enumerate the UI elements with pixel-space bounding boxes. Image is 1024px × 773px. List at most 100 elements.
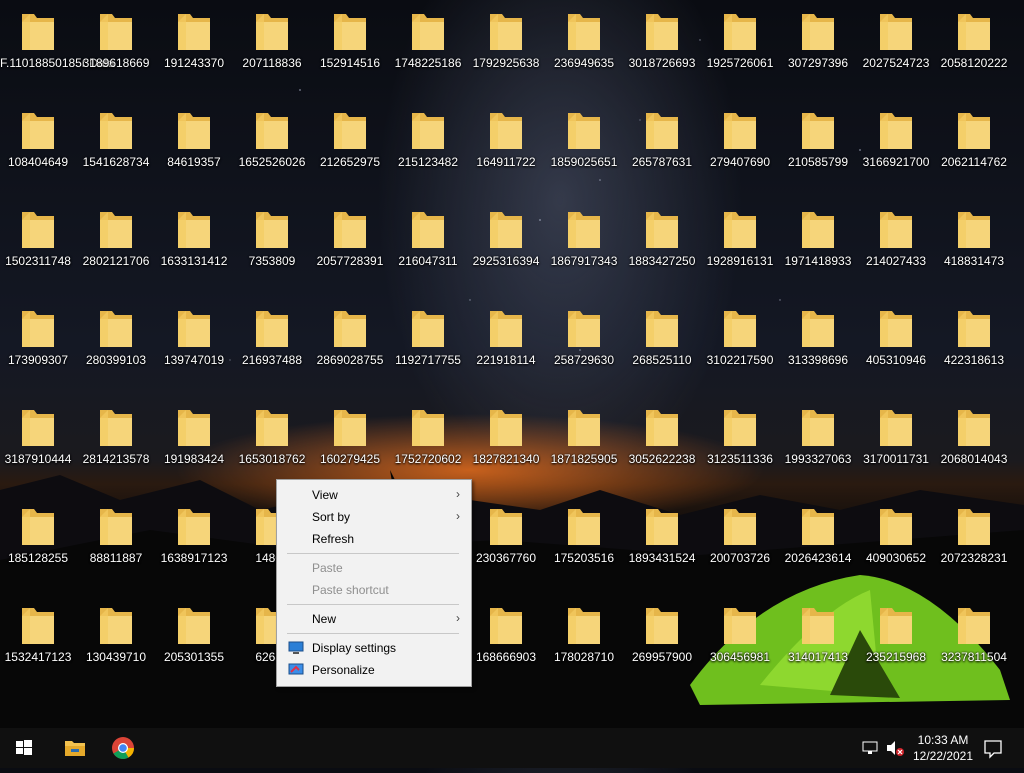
- desktop-folder-icon[interactable]: 3166921700: [858, 101, 934, 193]
- desktop-folder-icon[interactable]: 422318613: [936, 299, 1012, 391]
- desktop-folder-icon[interactable]: 306456981: [702, 596, 778, 688]
- desktop-folder-icon[interactable]: 3018726693: [624, 2, 700, 94]
- desktop-folder-icon[interactable]: 1928916131: [702, 200, 778, 292]
- desktop-folder-icon[interactable]: 3187910444: [0, 398, 76, 490]
- desktop-folder-icon[interactable]: 2068014043: [936, 398, 1012, 490]
- desktop-folder-icon[interactable]: 210585799: [780, 101, 856, 193]
- desktop-folder-icon[interactable]: 1859025651: [546, 101, 622, 193]
- desktop-folder-icon[interactable]: 185128255: [0, 497, 76, 589]
- desktop-folder-icon[interactable]: 269957900: [624, 596, 700, 688]
- desktop-folder-icon[interactable]: 280399103: [78, 299, 154, 391]
- desktop-folder-icon[interactable]: 1867917343: [546, 200, 622, 292]
- desktop-folder-icon[interactable]: 1652526026: [234, 101, 310, 193]
- action-center-button[interactable]: [978, 728, 1008, 768]
- desktop-folder-icon[interactable]: 178028710: [546, 596, 622, 688]
- desktop-folder-icon[interactable]: 221918114: [468, 299, 544, 391]
- desktop-folder-icon[interactable]: 313398696: [780, 299, 856, 391]
- desktop-folder-icon[interactable]: 173909307: [0, 299, 76, 391]
- start-button[interactable]: [0, 728, 48, 768]
- desktop-folder-icon[interactable]: 214027433: [858, 200, 934, 292]
- desktop-folder-icon[interactable]: 2802121706: [78, 200, 154, 292]
- desktop-folder-icon[interactable]: 1633131412: [156, 200, 232, 292]
- desktop-folder-icon[interactable]: 1792925638: [468, 2, 544, 94]
- menu-item-refresh[interactable]: Refresh: [278, 528, 470, 550]
- desktop-folder-icon[interactable]: 84619357: [156, 101, 232, 193]
- desktop-folder-icon[interactable]: 2072328231: [936, 497, 1012, 589]
- desktop-folder-icon[interactable]: 139747019: [156, 299, 232, 391]
- desktop-folder-icon[interactable]: 2058120222: [936, 2, 1012, 94]
- desktop-folder-icon[interactable]: 265787631: [624, 101, 700, 193]
- desktop-folder-icon[interactable]: 409030652: [858, 497, 934, 589]
- menu-item-display-settings[interactable]: Display settings: [278, 637, 470, 659]
- chrome-button[interactable]: [102, 728, 144, 768]
- desktop-folder-icon[interactable]: 3170011731: [858, 398, 934, 490]
- desktop-folder-icon[interactable]: F.11018850185r Data: [0, 2, 115, 94]
- file-explorer-button[interactable]: [54, 728, 96, 768]
- menu-item-new[interactable]: New ›: [278, 608, 470, 630]
- volume-tray-button[interactable]: [884, 728, 906, 768]
- desktop-folder-icon[interactable]: 215123482: [390, 101, 466, 193]
- desktop-folder-icon[interactable]: 1871825905: [546, 398, 622, 490]
- menu-item-personalize[interactable]: Personalize: [278, 659, 470, 681]
- desktop-folder-icon[interactable]: 216047311: [390, 200, 466, 292]
- desktop-folder-icon[interactable]: 418831473: [936, 200, 1012, 292]
- desktop-folder-icon[interactable]: 2027524723: [858, 2, 934, 94]
- desktop-folder-icon[interactable]: 1653018762: [234, 398, 310, 490]
- desktop-folder-icon[interactable]: 7353809: [234, 200, 310, 292]
- desktop-folder-icon[interactable]: 175203516: [546, 497, 622, 589]
- desktop-folder-icon[interactable]: 2057728391: [312, 200, 388, 292]
- desktop-folder-icon[interactable]: 160279425: [312, 398, 388, 490]
- desktop-folder-icon[interactable]: 200703726: [702, 497, 778, 589]
- desktop-folder-icon[interactable]: 3189618669: [78, 2, 154, 94]
- desktop-folder-icon[interactable]: 2814213578: [78, 398, 154, 490]
- desktop-folder-icon[interactable]: 207118836: [234, 2, 310, 94]
- menu-item-view[interactable]: View ›: [278, 484, 470, 506]
- desktop-folder-icon[interactable]: 168666903: [468, 596, 544, 688]
- desktop-folder-icon[interactable]: 1827821340: [468, 398, 544, 490]
- desktop-folder-icon[interactable]: 258729630: [546, 299, 622, 391]
- desktop-folder-icon[interactable]: 268525110: [624, 299, 700, 391]
- desktop-folder-icon[interactable]: 1883427250: [624, 200, 700, 292]
- desktop-folder-icon[interactable]: 164911722: [468, 101, 544, 193]
- desktop-folder-icon[interactable]: 230367760: [468, 497, 544, 589]
- desktop-folder-icon[interactable]: 405310946: [858, 299, 934, 391]
- desktop-folder-icon[interactable]: 1925726061: [702, 2, 778, 94]
- desktop-folder-icon[interactable]: 212652975: [312, 101, 388, 193]
- desktop-folder-icon[interactable]: 1971418933: [780, 200, 856, 292]
- desktop-folder-icon[interactable]: 307297396: [780, 2, 856, 94]
- desktop-folder-icon[interactable]: 191243370: [156, 2, 232, 94]
- desktop-folder-icon[interactable]: 1752720602: [390, 398, 466, 490]
- desktop-folder-icon[interactable]: 2062114762: [936, 101, 1012, 193]
- desktop-folder-icon[interactable]: 314017413: [780, 596, 856, 688]
- desktop-folder-icon[interactable]: 152914516: [312, 2, 388, 94]
- desktop-folder-icon[interactable]: 2869028755: [312, 299, 388, 391]
- desktop-folder-icon[interactable]: 108404649: [0, 101, 76, 193]
- desktop-folder-icon[interactable]: 236949635: [546, 2, 622, 94]
- desktop-folder-icon[interactable]: 88811887: [78, 497, 154, 589]
- desktop-folder-icon[interactable]: 2026423614: [780, 497, 856, 589]
- network-tray-button[interactable]: [860, 728, 882, 768]
- desktop-folder-icon[interactable]: 1748225186: [390, 2, 466, 94]
- desktop-folder-icon[interactable]: 279407690: [702, 101, 778, 193]
- desktop-folder-icon[interactable]: 2925316394: [468, 200, 544, 292]
- desktop-folder-icon[interactable]: 1993327063: [780, 398, 856, 490]
- chrome-icon: [112, 737, 134, 759]
- desktop-folder-icon[interactable]: 1502311748: [0, 200, 76, 292]
- desktop-folder-icon[interactable]: 1192717755: [390, 299, 466, 391]
- desktop-folder-icon[interactable]: 130439710: [78, 596, 154, 688]
- desktop-folder-icon[interactable]: 3102217590: [702, 299, 778, 391]
- desktop-folder-icon[interactable]: 191983424: [156, 398, 232, 490]
- desktop-folder-icon[interactable]: 1638917123: [156, 497, 232, 589]
- desktop-folder-icon[interactable]: 1532417123: [0, 596, 76, 688]
- desktop-folder-icon[interactable]: 1893431524: [624, 497, 700, 589]
- taskbar-clock[interactable]: 10:33 AM 12/22/2021: [908, 732, 978, 764]
- menu-item-sort-by[interactable]: Sort by ›: [278, 506, 470, 528]
- desktop[interactable]: F.11018850185r Data 3189618669 191243370 20…: [0, 0, 1024, 730]
- desktop-folder-icon[interactable]: 205301355: [156, 596, 232, 688]
- desktop-folder-icon[interactable]: 235215968: [858, 596, 934, 688]
- desktop-folder-icon[interactable]: 216937488: [234, 299, 310, 391]
- desktop-folder-icon[interactable]: 3123511336: [702, 398, 778, 490]
- desktop-folder-icon[interactable]: 3237811504: [936, 596, 1012, 688]
- desktop-folder-icon[interactable]: 1541628734: [78, 101, 154, 193]
- desktop-folder-icon[interactable]: 3052622238: [624, 398, 700, 490]
